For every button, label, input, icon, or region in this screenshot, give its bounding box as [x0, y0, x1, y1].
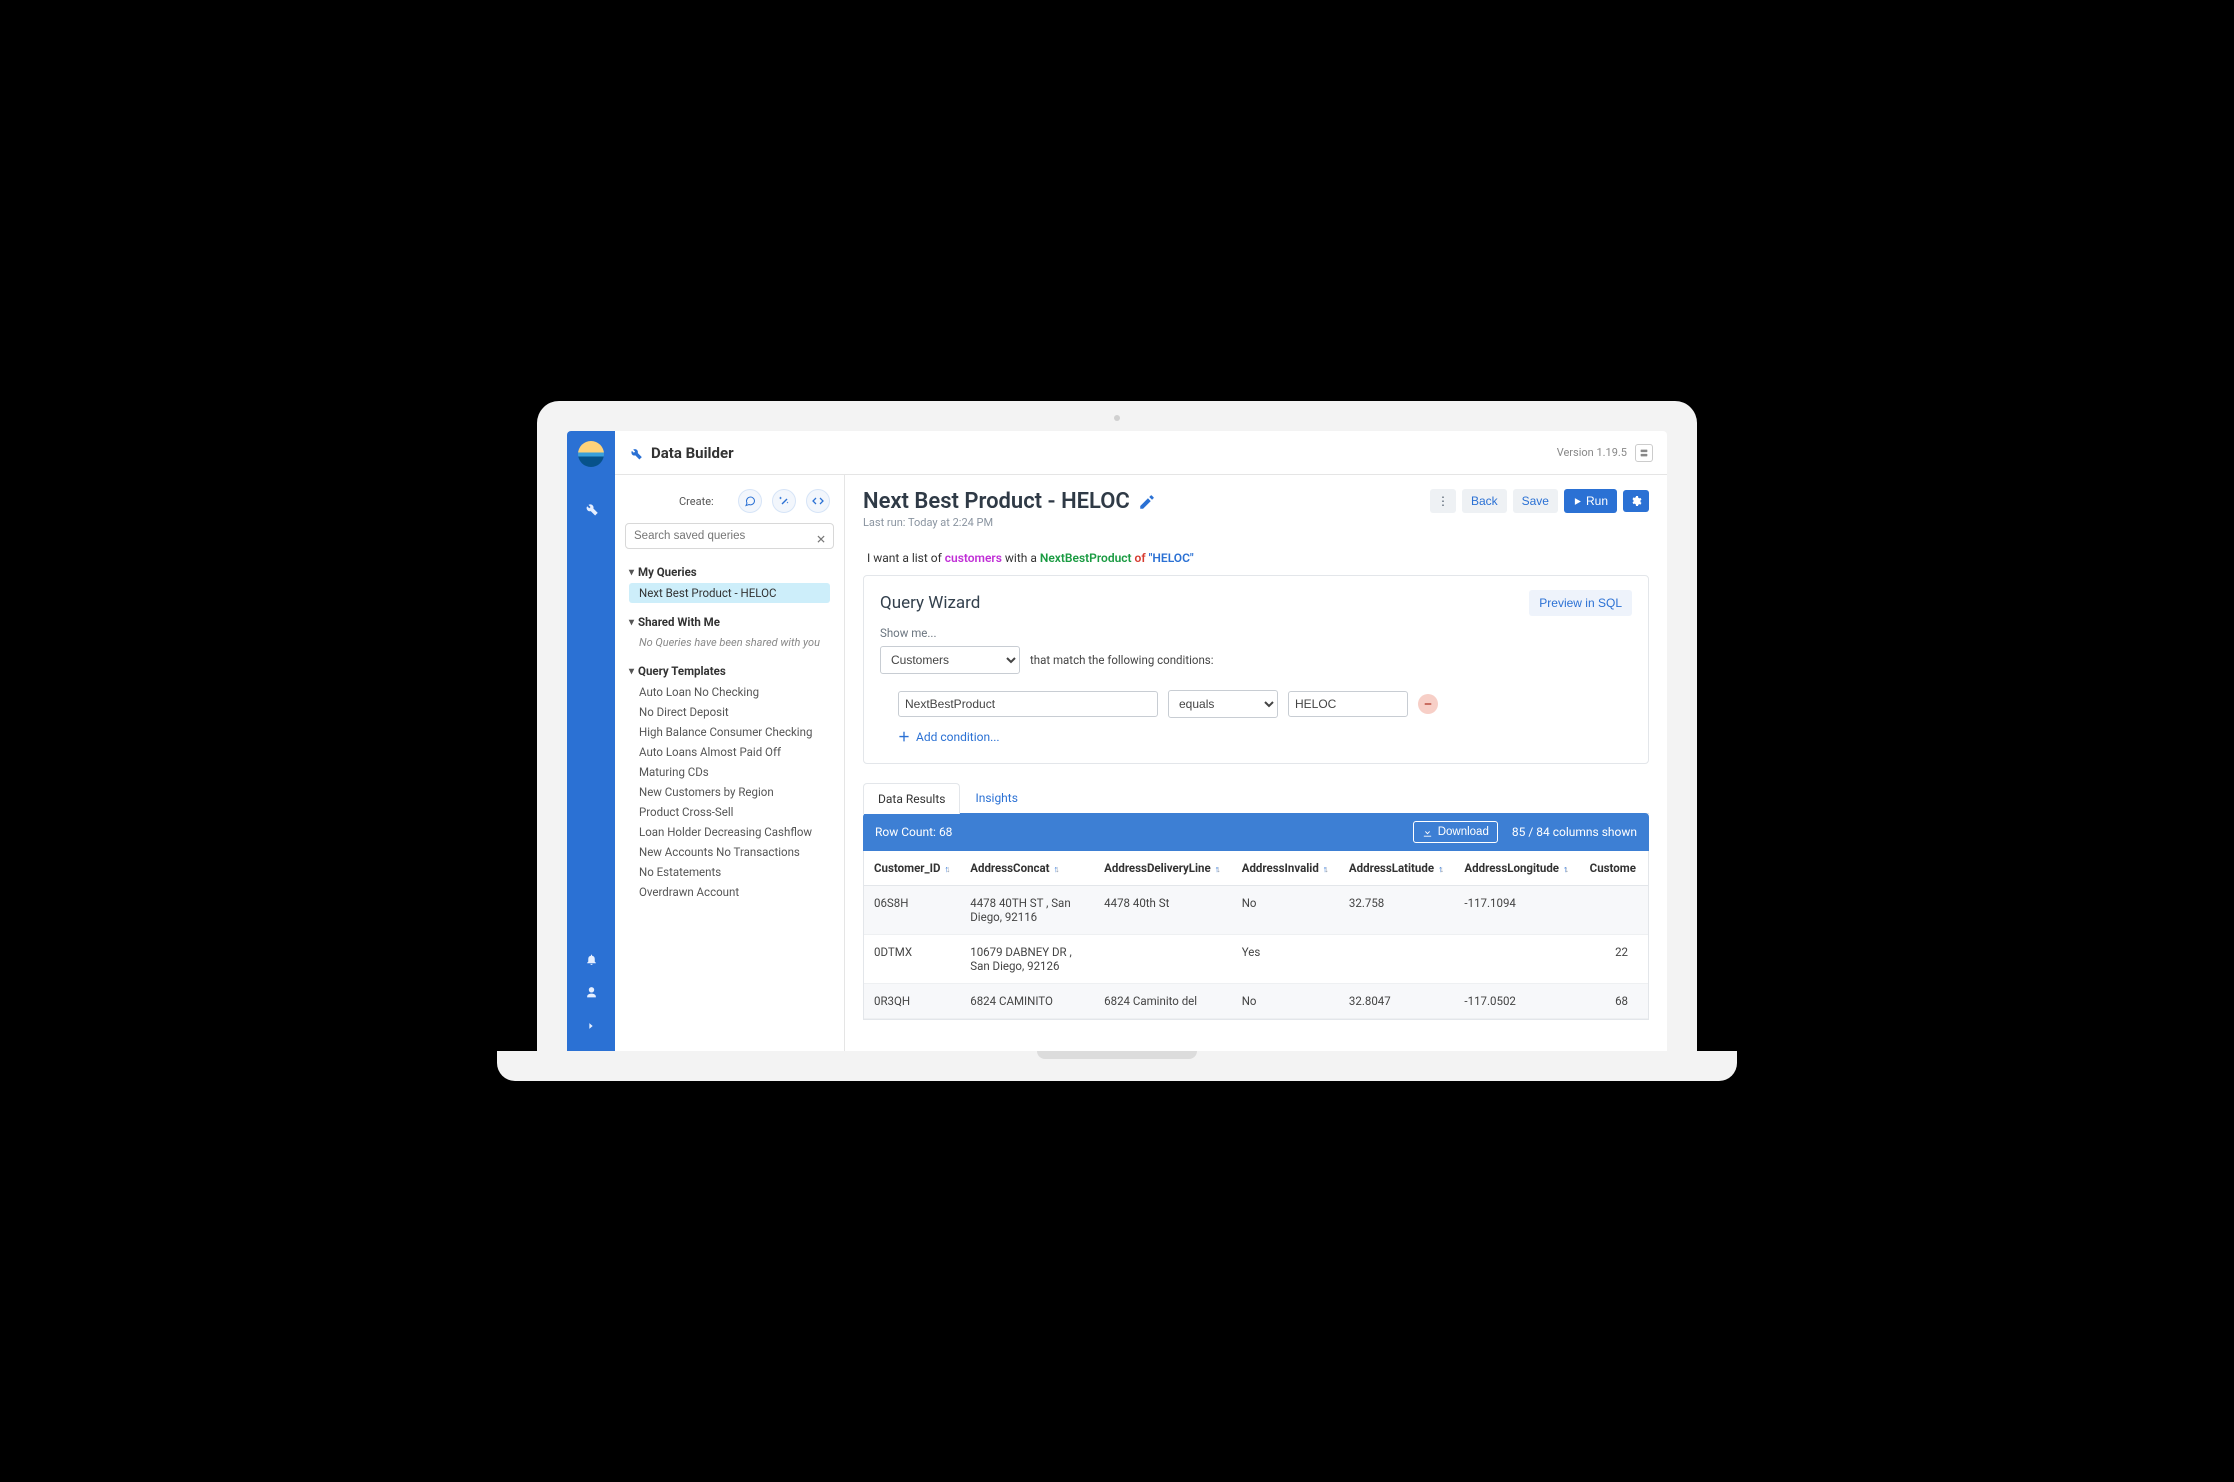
match-label: that match the following conditions: [1030, 653, 1214, 667]
query-item-heloc[interactable]: Next Best Product - HELOC [629, 583, 830, 603]
server-icon[interactable] [1635, 444, 1653, 462]
condition-operator-select[interactable]: equals [1168, 690, 1278, 718]
run-button-label: Run [1586, 494, 1608, 508]
create-chat-button[interactable] [738, 489, 762, 513]
template-item[interactable]: Auto Loan No Checking [629, 682, 830, 702]
version-label: Version 1.19.5 [1557, 446, 1627, 459]
user-icon[interactable] [585, 986, 598, 999]
col-header[interactable]: AddressInvalid↑↓ [1232, 851, 1339, 886]
save-button[interactable]: Save [1513, 489, 1558, 513]
query-sentence: I want a list of customers with a NextBe… [863, 551, 1649, 565]
template-item[interactable]: High Balance Consumer Checking [629, 722, 830, 742]
download-button[interactable]: Download [1413, 821, 1498, 843]
query-wizard-card: Query Wizard Preview in SQL Show me... C… [863, 575, 1649, 764]
condition-value-input[interactable] [1288, 691, 1408, 717]
shared-empty-note: No Queries have been shared with you [629, 633, 830, 652]
preview-sql-button[interactable]: Preview in SQL [1529, 590, 1632, 616]
template-item[interactable]: No Direct Deposit [629, 702, 830, 722]
template-item[interactable]: Overdrawn Account [629, 882, 830, 902]
template-item[interactable]: Product Cross-Sell [629, 802, 830, 822]
col-header[interactable]: AddressDeliveryLine↑↓ [1094, 851, 1232, 886]
results-toolbar: Row Count: 68 Download 85 / 84 columns s… [863, 813, 1649, 851]
template-item[interactable]: Loan Holder Decreasing Cashflow [629, 822, 830, 842]
col-header[interactable]: Custome [1580, 851, 1648, 886]
table-row[interactable]: 0R3QH 6824 CAMINITO 6824 Caminito del No… [864, 984, 1648, 1019]
entity-select[interactable]: Customers [880, 646, 1020, 674]
create-code-button[interactable] [806, 489, 830, 513]
table-row[interactable]: 06S8H 4478 40TH ST , San Diego, 92116 44… [864, 886, 1648, 935]
wizard-title: Query Wizard [880, 593, 980, 613]
template-item[interactable]: Auto Loans Almost Paid Off [629, 742, 830, 762]
col-header[interactable]: AddressLongitude↑↓ [1454, 851, 1579, 886]
bell-icon[interactable] [585, 953, 598, 966]
section-templates[interactable]: Query Templates [629, 664, 830, 678]
app-logo[interactable] [578, 441, 604, 467]
clear-search-icon[interactable]: ✕ [816, 533, 826, 547]
page-header-title: Data Builder [651, 444, 734, 462]
col-header[interactable]: Customer_ID↑↓ [864, 851, 960, 886]
section-shared[interactable]: Shared With Me [629, 615, 830, 629]
remove-condition-button[interactable] [1418, 694, 1438, 714]
template-item[interactable]: Maturing CDs [629, 762, 830, 782]
template-item[interactable]: No Estatements [629, 862, 830, 882]
create-wand-button[interactable] [772, 489, 796, 513]
section-my-queries[interactable]: My Queries [629, 565, 830, 579]
results-table: Customer_ID↑↓ AddressConcat↑↓ AddressDel… [863, 851, 1649, 1020]
create-label: Create: [679, 495, 714, 508]
columns-shown-label[interactable]: 85 / 84 columns shown [1512, 825, 1637, 839]
table-row[interactable]: 0DTMX 10679 DABNEY DR , San Diego, 92126… [864, 935, 1648, 984]
row-count-label: Row Count: 68 [875, 825, 952, 839]
query-title: Next Best Product - HELOC [863, 489, 1130, 514]
col-header[interactable]: AddressLatitude↑↓ [1339, 851, 1455, 886]
content-area: Next Best Product - HELOC Last run: Toda… [845, 475, 1667, 1051]
tab-insights[interactable]: Insights [960, 782, 1032, 813]
back-button[interactable]: Back [1462, 489, 1507, 513]
last-run-label: Last run: Today at 2:24 PM [863, 516, 1156, 529]
wrench-icon [629, 446, 643, 460]
add-condition-button[interactable]: ＋ Add condition... [898, 728, 1632, 745]
run-button[interactable]: Run [1564, 489, 1617, 513]
query-sidebar: Create: ✕ [615, 475, 845, 1051]
edit-title-icon[interactable] [1138, 493, 1156, 511]
more-menu-button[interactable]: ⋮ [1430, 489, 1456, 513]
collapse-icon[interactable] [586, 1021, 596, 1031]
template-item[interactable]: New Accounts No Transactions [629, 842, 830, 862]
plus-icon: ＋ [898, 728, 910, 745]
search-input[interactable] [625, 523, 834, 549]
col-header[interactable]: AddressConcat↑↓ [960, 851, 1094, 886]
template-item[interactable]: New Customers by Region [629, 782, 830, 802]
condition-field-input[interactable] [898, 691, 1158, 717]
settings-button[interactable] [1623, 490, 1649, 512]
show-me-label: Show me... [880, 626, 1632, 640]
tab-data-results[interactable]: Data Results [863, 783, 960, 814]
wrench-icon[interactable] [584, 501, 599, 516]
nav-rail [567, 431, 615, 1051]
top-header: Data Builder Version 1.19.5 [615, 431, 1667, 475]
